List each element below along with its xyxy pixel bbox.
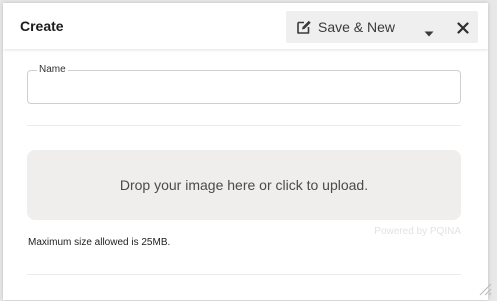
save-options-dropdown-button[interactable] — [416, 11, 442, 43]
divider — [27, 274, 461, 275]
resize-grip-icon[interactable] — [478, 282, 492, 296]
close-icon — [457, 21, 469, 34]
divider — [27, 125, 461, 126]
image-upload-dropzone[interactable]: Drop your image here or click to upload. — [27, 150, 461, 220]
powered-by-credit[interactable]: Powered by PQINA — [303, 226, 461, 238]
upload-size-hint: Maximum size allowed is 25MB. — [28, 237, 171, 248]
header-toolbar: Save & New — [286, 11, 478, 43]
edit-icon — [296, 19, 312, 35]
dialog-header: Create Save & New — [3, 3, 488, 49]
save-and-new-label: Save & New — [318, 19, 396, 35]
caret-down-icon — [424, 24, 434, 37]
dialog-title: Create — [20, 18, 64, 34]
name-field — [27, 70, 461, 104]
name-input[interactable] — [28, 71, 460, 103]
close-button[interactable] — [450, 11, 476, 43]
name-field-label: Name — [37, 64, 68, 76]
dropzone-text: Drop your image here or click to upload. — [119, 177, 369, 193]
create-dialog: Create Save & New Name Drop your image h… — [3, 3, 488, 300]
save-and-new-button[interactable]: Save & New — [286, 11, 411, 43]
